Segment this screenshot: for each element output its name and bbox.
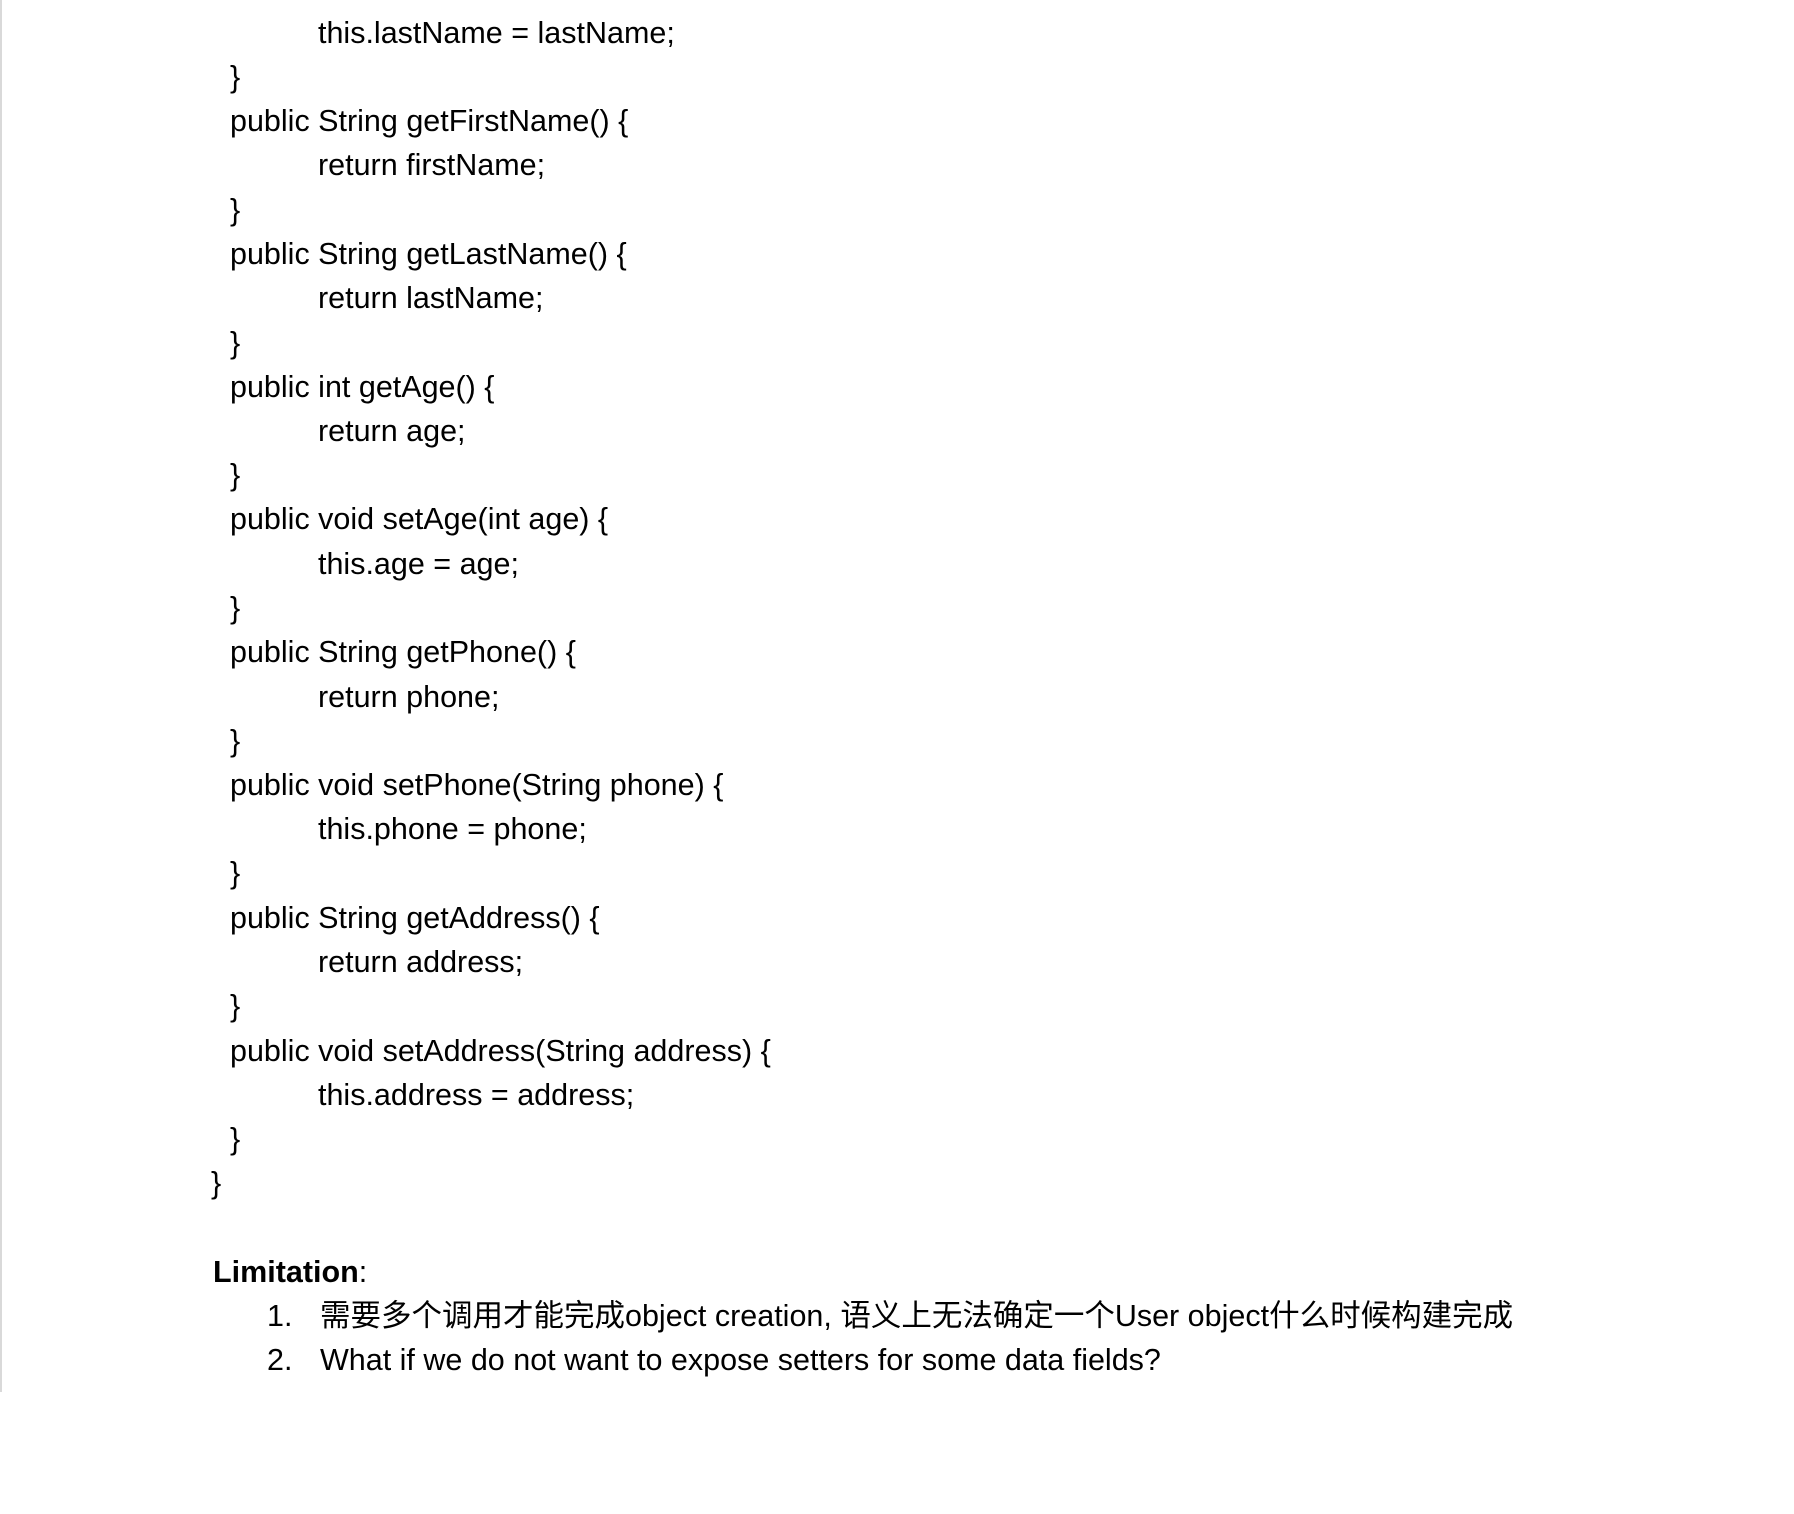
code-line: return lastName;	[318, 281, 544, 315]
code-line: public String getFirstName() {	[230, 104, 629, 138]
code-line: }	[230, 193, 241, 227]
code-line: this.phone = phone;	[318, 812, 587, 846]
list-number: 1.	[267, 1299, 293, 1333]
code-line: this.address = address;	[318, 1078, 635, 1112]
limitation-heading: Limitation:	[213, 1250, 367, 1294]
limitation-heading-label: Limitation	[213, 1255, 359, 1289]
code-line: return address;	[318, 945, 524, 979]
code-line: }	[230, 724, 241, 758]
code-line: return age;	[318, 414, 466, 448]
code-line: return phone;	[318, 680, 500, 714]
code-line: }	[230, 60, 241, 94]
code-line: }	[211, 1166, 222, 1200]
code-line: public void setPhone(String phone) {	[230, 768, 724, 802]
code-line: public String getLastName() {	[230, 237, 627, 271]
code-line: }	[230, 458, 241, 492]
code-line: this.lastName = lastName;	[318, 16, 675, 50]
code-line: public void setAddress(String address) {	[230, 1034, 771, 1068]
code-line: }	[230, 326, 241, 360]
list-number: 2.	[267, 1343, 293, 1377]
code-line: public String getAddress() {	[230, 901, 600, 935]
code-line: public void setAge(int age) {	[230, 502, 609, 536]
code-line: }	[230, 1122, 241, 1156]
list-text: What if we do not want to expose setters…	[320, 1343, 1161, 1377]
code-line: }	[230, 591, 241, 625]
code-line: public int getAge() {	[230, 370, 495, 404]
code-line: }	[230, 856, 241, 890]
list-text: 需要多个调用才能完成object creation, 语义上无法确定一个User…	[320, 1299, 1514, 1333]
code-line: return firstName;	[318, 148, 546, 182]
code-line: this.age = age;	[318, 547, 519, 581]
limitation-item: 2. What if we do not want to expose sett…	[267, 1338, 1161, 1514]
limitation-heading-colon: :	[358, 1255, 368, 1289]
document-page: this.lastName = lastName; } public Strin…	[0, 0, 1794, 1392]
code-line: }	[230, 989, 241, 1023]
code-line: public String getPhone() {	[230, 635, 576, 669]
